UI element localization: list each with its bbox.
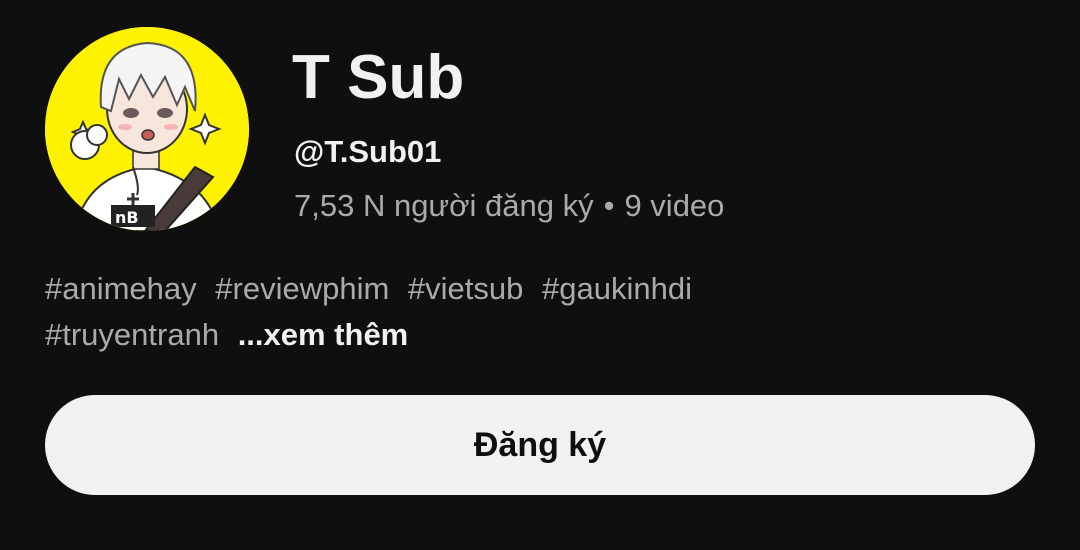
stats-separator: •: [603, 188, 615, 223]
see-more-link[interactable]: ...xem thêm: [238, 317, 409, 352]
hashtag: #reviewphim: [215, 271, 390, 306]
channel-description[interactable]: #animehay #reviewphim #vietsub #gaukinhd…: [45, 266, 1035, 358]
hashtag: #gaukinhdi: [542, 271, 692, 306]
channel-handle: @T.Sub01: [294, 134, 442, 169]
subscribe-label: Đăng ký: [473, 425, 607, 464]
description-line-2: #truyentranh ...xem thêm: [45, 312, 1035, 358]
hashtag: #vietsub: [407, 271, 524, 306]
video-count: 9 video: [624, 188, 725, 223]
description-line-1: #animehay #reviewphim #vietsub #gaukinhd…: [45, 266, 1035, 312]
svg-text:nB: nB: [115, 208, 139, 227]
hashtag: #animehay: [45, 271, 197, 306]
channel-avatar[interactable]: nB: [45, 27, 249, 231]
subscribe-button[interactable]: Đăng ký: [45, 395, 1035, 495]
hashtag: #truyentranh: [45, 317, 220, 352]
channel-stats: 7,53 N người đăng ký • 9 video: [294, 187, 724, 225]
subscriber-count: 7,53 N người đăng ký: [294, 188, 594, 223]
anime-avatar-icon: nB: [45, 27, 249, 231]
channel-name: T Sub: [292, 43, 465, 112]
